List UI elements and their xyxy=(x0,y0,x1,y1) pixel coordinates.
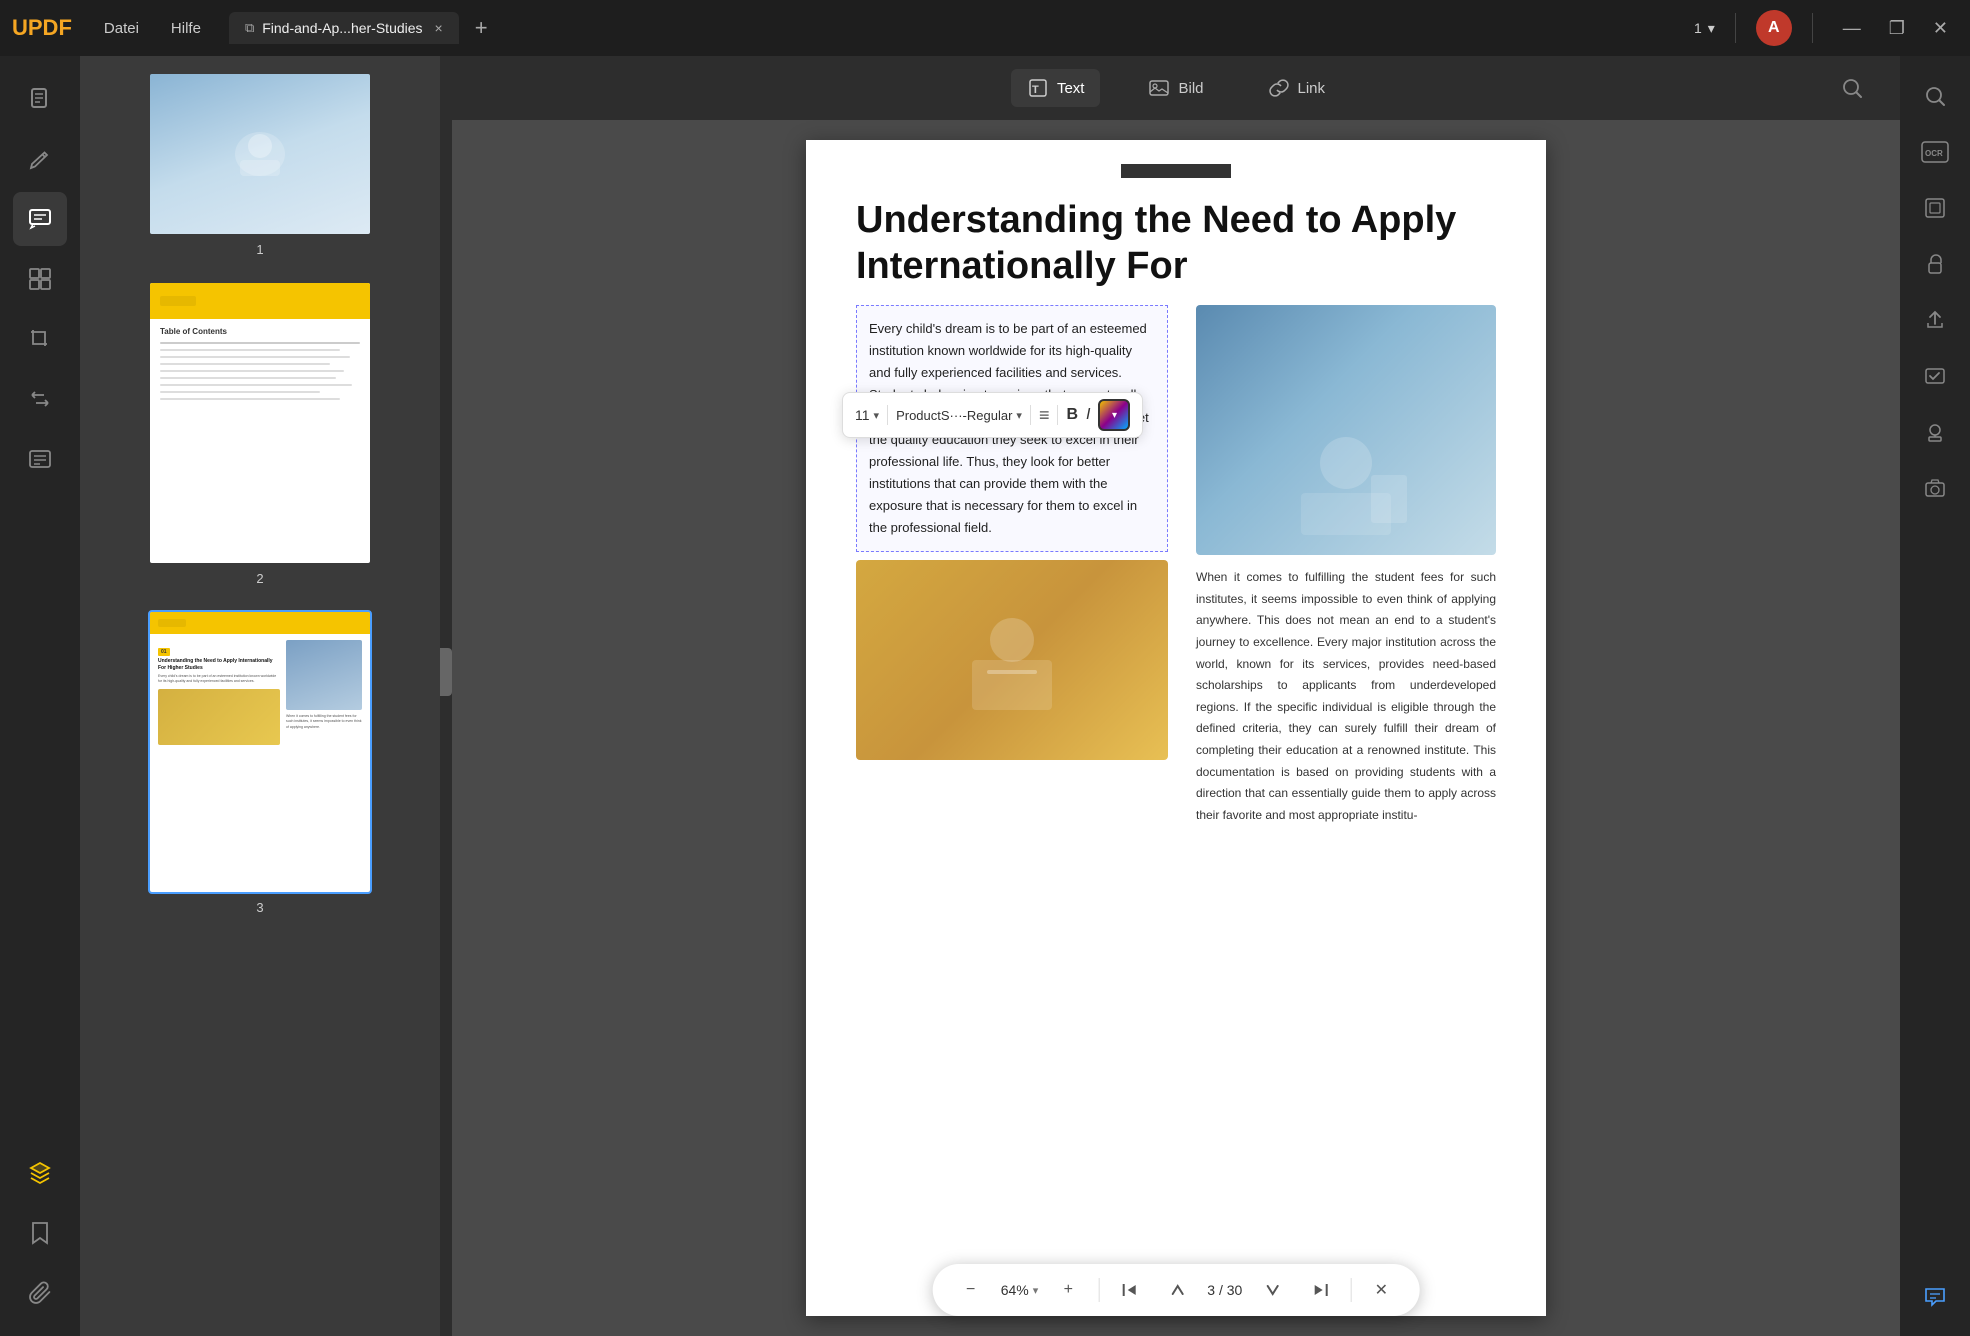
sidebar-item-layers[interactable] xyxy=(13,1146,67,1200)
user-avatar[interactable]: A xyxy=(1756,10,1792,46)
document-wrapper[interactable]: 11 89101112141618 ▾ ProductS···-Regular … xyxy=(452,120,1900,1336)
document-top-photo xyxy=(1196,305,1496,555)
document-tab[interactable]: ⧉ Find-and-Ap...her-Studies × xyxy=(229,12,459,44)
menu-datei[interactable]: Datei xyxy=(92,16,151,41)
right-check-btn[interactable] xyxy=(1911,352,1959,400)
text-align-btn[interactable]: ≡ xyxy=(1039,405,1050,426)
svg-text:T: T xyxy=(1032,84,1039,96)
thumb-label-3: 3 xyxy=(256,900,263,915)
thumbnail-page-3[interactable]: 01 Understanding the Need to Apply Inter… xyxy=(96,610,424,915)
titlebar: UPDF Datei Hilfe ⧉ Find-and-Ap...her-Stu… xyxy=(0,0,1970,56)
sidebar-item-comments[interactable] xyxy=(13,192,67,246)
sidebar-item-organize[interactable] xyxy=(13,252,67,306)
page-display: 3 / 30 xyxy=(1207,1282,1242,1298)
panel-collapse-tab[interactable] xyxy=(440,648,452,696)
sidebar-item-convert[interactable] xyxy=(13,372,67,426)
thumbnail-panel: 1 Table of Contents xyxy=(80,56,440,1336)
add-tab-button[interactable]: + xyxy=(467,15,496,41)
document-right-column: When it comes to fulfilling the student … xyxy=(1196,305,1496,826)
font-family-arrow[interactable]: ▾ xyxy=(1016,409,1022,422)
document-right-text: When it comes to fulfilling the student … xyxy=(1196,567,1496,826)
page-nav-next-btn[interactable] xyxy=(1254,1272,1290,1308)
search-toolbar-btn[interactable] xyxy=(1828,64,1876,112)
bottom-close-btn[interactable]: ✕ xyxy=(1363,1272,1399,1308)
current-page-display: 1 xyxy=(1694,20,1702,36)
sidebar-item-crop[interactable] xyxy=(13,312,67,366)
minimize-button[interactable]: — xyxy=(1833,18,1871,39)
close-button[interactable]: ✕ xyxy=(1923,18,1958,39)
main-area: 1 Table of Contents xyxy=(0,56,1970,1336)
bold-btn[interactable]: B xyxy=(1066,406,1078,424)
document-title: Understanding the Need to Apply Internat… xyxy=(806,178,1546,305)
tab-label: Find-and-Ap...her-Studies xyxy=(262,20,422,36)
page-nav-prev-btn[interactable] xyxy=(1159,1272,1195,1308)
text-format-toolbar: 11 89101112141618 ▾ ProductS···-Regular … xyxy=(842,392,1143,438)
tab-close-btn[interactable]: × xyxy=(435,20,443,36)
sidebar-item-document[interactable] xyxy=(13,72,67,126)
text-btn-label: Text xyxy=(1057,80,1085,97)
zoom-arrow[interactable]: ▾ xyxy=(1033,1284,1039,1297)
thumb-label-1: 1 xyxy=(256,242,263,257)
content-area: T Text Bild Link xyxy=(452,56,1900,1336)
bottom-control-bar: − 64% ▾ + 3 / 30 xyxy=(933,1264,1420,1316)
text-color-btn[interactable]: ▾ xyxy=(1098,399,1130,431)
left-sidebar xyxy=(0,56,80,1336)
document-page: Understanding the Need to Apply Internat… xyxy=(806,140,1546,1316)
right-ocr-btn[interactable]: OCR xyxy=(1911,128,1959,176)
menu-hilfe[interactable]: Hilfe xyxy=(159,16,213,41)
thumbnail-page-1[interactable]: 1 xyxy=(96,72,424,257)
zoom-in-btn[interactable]: + xyxy=(1050,1272,1086,1308)
page-navigator: 1 ▾ xyxy=(1694,20,1715,37)
sidebar-item-attachments[interactable] xyxy=(13,1266,67,1320)
right-lock-btn[interactable] xyxy=(1911,240,1959,288)
toolbar-text-btn[interactable]: T Text xyxy=(1011,69,1101,107)
right-camera-btn[interactable] xyxy=(1911,464,1959,512)
maximize-button[interactable]: ❐ xyxy=(1879,18,1915,39)
font-size-control[interactable]: 11 89101112141618 ▾ xyxy=(855,407,879,423)
bild-btn-label: Bild xyxy=(1178,80,1203,97)
font-family-value: ProductS···-Regular xyxy=(896,408,1012,423)
page-nav-last-btn[interactable] xyxy=(1302,1272,1338,1308)
page-nav-chevron[interactable]: ▾ xyxy=(1708,20,1715,37)
tab-doc-icon: ⧉ xyxy=(245,20,254,36)
right-share-btn[interactable] xyxy=(1911,296,1959,344)
sidebar-item-ocr[interactable] xyxy=(13,432,67,486)
document-bottom-photo xyxy=(856,560,1168,760)
document-left-column: Every child's dream is to be part of an … xyxy=(856,305,1168,826)
zoom-out-btn[interactable]: − xyxy=(953,1272,989,1308)
thumbnail-img-2: Table of Contents xyxy=(148,281,372,565)
sidebar-item-edit[interactable] xyxy=(13,132,67,186)
right-chat-btn[interactable] xyxy=(1911,1272,1959,1320)
link-btn-label: Link xyxy=(1298,80,1326,97)
right-sidebar: OCR xyxy=(1900,56,1970,1336)
document-columns: Every child's dream is to be part of an … xyxy=(806,305,1546,826)
content-toolbar: T Text Bild Link xyxy=(452,56,1900,120)
right-scan-btn[interactable] xyxy=(1911,184,1959,232)
thumbnail-img-1 xyxy=(148,72,372,236)
thumbnail-page-2[interactable]: Table of Contents 2 xyxy=(96,281,424,586)
toolbar-bild-btn[interactable]: Bild xyxy=(1132,69,1219,107)
toolbar-link-btn[interactable]: Link xyxy=(1252,69,1342,107)
italic-btn[interactable]: I xyxy=(1086,406,1090,424)
right-search-btn[interactable] xyxy=(1911,72,1959,120)
zoom-level-display[interactable]: 64% ▾ xyxy=(1001,1282,1039,1298)
app-logo: UPDF xyxy=(12,15,72,41)
thumb-label-2: 2 xyxy=(256,571,263,586)
color-dropdown-arrow[interactable]: ▾ xyxy=(1112,410,1117,421)
svg-text:OCR: OCR xyxy=(1925,149,1943,158)
toc-title: Table of Contents xyxy=(160,327,360,336)
thumbnail-img-3: 01 Understanding the Need to Apply Inter… xyxy=(148,610,372,894)
sidebar-item-bookmarks[interactable] xyxy=(13,1206,67,1260)
right-stamp-btn[interactable] xyxy=(1911,408,1959,456)
zoom-value: 64% xyxy=(1001,1282,1029,1298)
page-nav-first-btn[interactable] xyxy=(1111,1272,1147,1308)
font-family-control[interactable]: ProductS···-Regular ▾ xyxy=(896,408,1022,423)
